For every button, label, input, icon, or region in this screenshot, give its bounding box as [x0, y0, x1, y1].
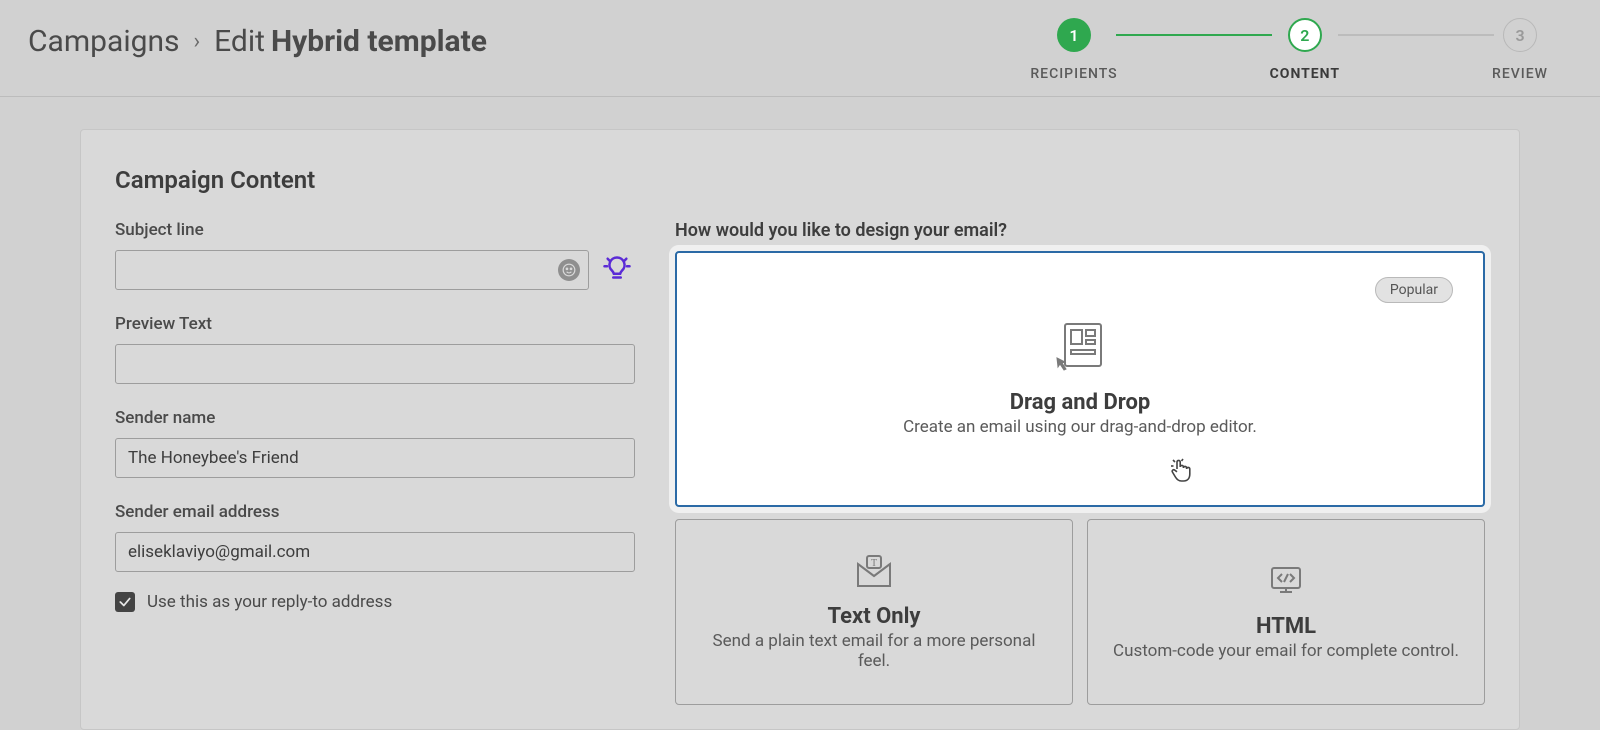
- pointer-cursor-icon: [1169, 457, 1193, 487]
- option-drag-drop[interactable]: Popular Drag and Drop Create an email us…: [675, 251, 1485, 507]
- option-desc: Custom-code your email for complete cont…: [1093, 641, 1479, 661]
- subject-label: Subject line: [115, 220, 635, 240]
- step-number: 3: [1503, 18, 1537, 52]
- option-title: Text Only: [827, 604, 920, 629]
- sender-email-value: eliseklaviyo@gmail.com: [128, 542, 310, 562]
- drag-drop-icon: [1055, 322, 1105, 376]
- reply-to-checkbox[interactable]: [115, 592, 135, 612]
- breadcrumb: Campaigns › Edit Hybrid template: [28, 18, 487, 59]
- breadcrumb-name: Hybrid template: [271, 24, 487, 59]
- step-label: REVIEW: [1492, 66, 1548, 82]
- step-number: 1: [1057, 18, 1091, 52]
- step-review[interactable]: 3 REVIEW: [1492, 18, 1548, 82]
- breadcrumb-root[interactable]: Campaigns: [28, 24, 180, 59]
- html-icon: [1266, 564, 1306, 600]
- sender-name-input[interactable]: The Honeybee's Friend: [115, 438, 635, 478]
- option-desc: Create an email using our drag-and-drop …: [883, 417, 1277, 437]
- sender-email-input[interactable]: eliseklaviyo@gmail.com: [115, 532, 635, 572]
- content-card: Campaign Content Subject line: [80, 129, 1520, 730]
- page-header: Campaigns › Edit Hybrid template 1 RECIP…: [0, 0, 1600, 97]
- svg-text:T: T: [871, 558, 877, 569]
- step-connector: [1116, 34, 1272, 36]
- preview-input[interactable]: [115, 344, 635, 384]
- subject-assistant-button[interactable]: [599, 252, 635, 288]
- option-title: Drag and Drop: [1010, 390, 1151, 415]
- step-label: CONTENT: [1270, 66, 1340, 82]
- preview-label: Preview Text: [115, 314, 635, 334]
- reply-to-label: Use this as your reply-to address: [147, 592, 392, 612]
- option-text-only[interactable]: T Text Only Send a plain text email for …: [675, 519, 1073, 705]
- step-content[interactable]: 2 CONTENT: [1270, 18, 1340, 82]
- form-column: Subject line: [115, 220, 635, 705]
- subject-input[interactable]: [115, 250, 589, 290]
- option-desc: Send a plain text email for a more perso…: [676, 631, 1072, 671]
- sender-name-value: The Honeybee's Friend: [128, 448, 299, 468]
- step-recipients[interactable]: 1 RECIPIENTS: [1030, 18, 1117, 82]
- step-number: 2: [1288, 18, 1322, 52]
- emoji-icon[interactable]: [558, 259, 580, 281]
- step-connector: [1338, 34, 1494, 36]
- progress-stepper: 1 RECIPIENTS 2 CONTENT 3 REVIEW: [1030, 18, 1572, 82]
- card-heading: Campaign Content: [115, 166, 1485, 194]
- option-html[interactable]: HTML Custom-code your email for complete…: [1087, 519, 1485, 705]
- breadcrumb-action: Edit: [214, 24, 265, 59]
- popular-badge: Popular: [1375, 277, 1453, 303]
- step-label: RECIPIENTS: [1030, 66, 1117, 82]
- option-title: HTML: [1256, 614, 1316, 639]
- chevron-right-icon: ›: [194, 29, 201, 54]
- text-only-icon: T: [854, 554, 894, 590]
- sender-name-label: Sender name: [115, 408, 635, 428]
- design-column: How would you like to design your email?…: [675, 220, 1485, 705]
- design-question: How would you like to design your email?: [675, 220, 1485, 241]
- sender-email-label: Sender email address: [115, 502, 635, 522]
